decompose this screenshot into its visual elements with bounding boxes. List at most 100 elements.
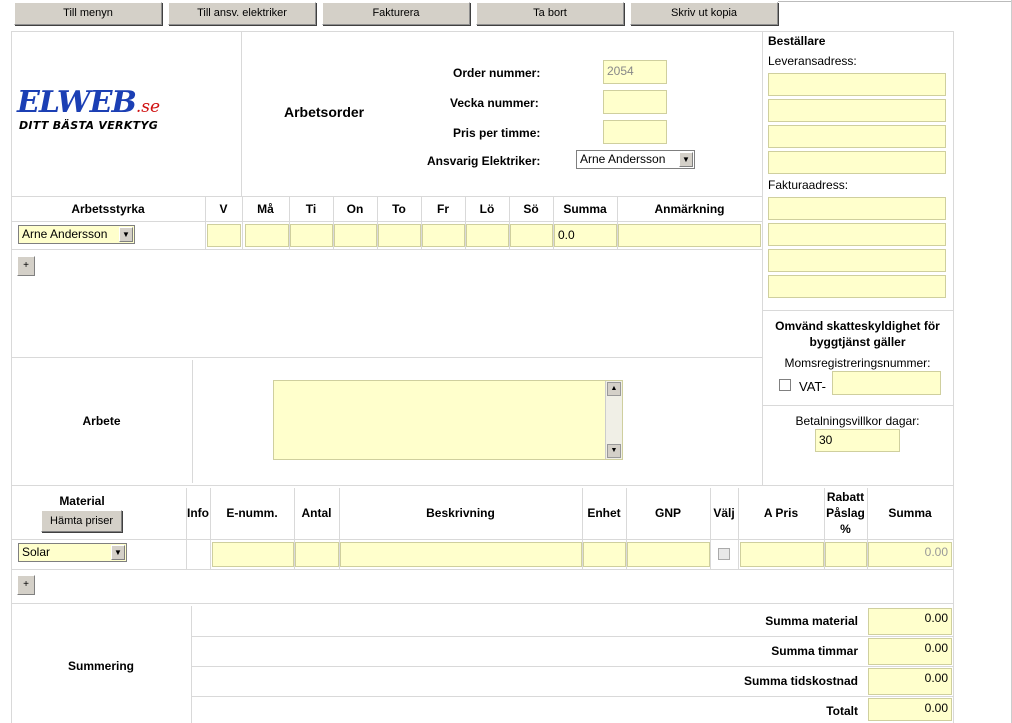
responsible-electrician-value: Arne Andersson	[580, 152, 666, 166]
col-remark: Anmärkning	[654, 202, 725, 216]
work-description-textarea[interactable]: ▲ ▼	[273, 380, 623, 460]
work-label: Arbete	[82, 414, 121, 428]
remark-input[interactable]	[618, 224, 761, 247]
material-sum-label: Summa material	[765, 614, 858, 628]
scroll-down-icon[interactable]: ▼	[607, 444, 621, 458]
material-label: Material	[59, 494, 105, 508]
col-material-sum: Summa	[888, 506, 932, 520]
col-e-number: E-numm.	[226, 506, 278, 520]
price-per-hour-field[interactable]	[603, 120, 667, 144]
unit-input[interactable]	[583, 542, 626, 567]
col-description: Beskrivning	[426, 506, 495, 520]
col-gnp: GNP	[654, 506, 681, 520]
hours-sum-label: Summa timmar	[771, 644, 858, 658]
chevron-down-icon: ▼	[111, 545, 125, 560]
week-number-field[interactable]	[603, 90, 667, 114]
invoice-address-line-3[interactable]	[768, 249, 946, 272]
reverse-vat-title: Omvänd skatteskyldighet för byggtjänst g…	[775, 319, 940, 349]
vat-number-input[interactable]	[832, 371, 941, 395]
material-row-sum: 0.00	[868, 542, 952, 567]
vat-registration-label: Momsregistreringsnummer:	[784, 356, 931, 370]
invoice-address-line-1[interactable]	[768, 197, 946, 220]
col-thursday: To	[392, 202, 406, 216]
week-input[interactable]	[207, 224, 241, 247]
logo-tagline: DITT BÄSTA VERKTYG	[19, 119, 159, 132]
col-tuesday: Ti	[305, 202, 317, 216]
fetch-prices-button[interactable]: Hämta priser	[41, 510, 122, 532]
time-cost-sum-label: Summa tidskostnad	[743, 674, 858, 688]
e-number-input[interactable]	[212, 542, 294, 567]
quantity-input[interactable]	[295, 542, 339, 567]
select-material-checkbox[interactable]	[718, 548, 730, 560]
elweb-logo: ELWEB.se	[17, 85, 161, 120]
col-info: Info	[187, 506, 209, 520]
vat-checkbox[interactable]	[779, 379, 791, 391]
tuesday-input[interactable]	[290, 224, 333, 247]
saturday-input[interactable]	[466, 224, 509, 247]
worker-value: Arne Andersson	[22, 227, 108, 241]
delete-button[interactable]: Ta bort	[476, 2, 624, 25]
page-title: Arbetsorder	[284, 104, 365, 120]
description-input[interactable]	[340, 542, 582, 567]
unit-price-input[interactable]	[740, 542, 824, 567]
wednesday-input[interactable]	[334, 224, 377, 247]
invoice-address-line-2[interactable]	[768, 223, 946, 246]
payment-terms-label: Betalningsvillkor dagar:	[795, 414, 920, 428]
electricians-button[interactable]: Till ansv. elektriker	[168, 2, 316, 25]
payment-terms-input[interactable]: 30	[815, 429, 900, 452]
summary-label: Summering	[67, 659, 134, 673]
discount-input[interactable]	[825, 542, 867, 567]
total-label: Totalt	[826, 704, 858, 718]
scrollbar[interactable]: ▲ ▼	[605, 381, 622, 459]
col-workforce: Arbetsstyrka	[71, 202, 145, 216]
add-worker-button[interactable]: +	[17, 256, 35, 276]
friday-input[interactable]	[422, 224, 465, 247]
supplier-value: Solar	[22, 545, 51, 559]
price-per-hour-label: Pris per timme:	[453, 126, 541, 140]
worker-sum: 0.0	[554, 224, 617, 247]
print-copy-button[interactable]: Skriv ut kopia	[630, 2, 778, 25]
vat-prefix-label: VAT-	[799, 379, 826, 394]
col-quantity: Antal	[301, 506, 332, 520]
material-sum-value: 0.00	[868, 608, 952, 635]
total-value: 0.00	[868, 698, 952, 721]
col-select: Välj	[713, 506, 735, 520]
delivery-address-line-4[interactable]	[768, 151, 946, 174]
order-number-field[interactable]: 2054	[603, 60, 667, 84]
chevron-down-icon: ▼	[119, 227, 133, 242]
invoice-address-label: Fakturaadress:	[768, 178, 849, 192]
col-unit-price: A Pris	[763, 506, 799, 520]
delivery-address-line-3[interactable]	[768, 125, 946, 148]
invoice-address-line-4[interactable]	[768, 275, 946, 298]
delivery-address-label: Leveransadress:	[768, 54, 857, 68]
week-number-label: Vecka nummer:	[450, 96, 539, 110]
col-week: V	[219, 202, 228, 216]
col-saturday: Lö	[479, 202, 495, 216]
col-monday: Må	[257, 202, 274, 216]
hours-sum-value: 0.00	[868, 638, 952, 665]
thursday-input[interactable]	[378, 224, 421, 247]
chevron-down-icon: ▼	[679, 152, 693, 167]
responsible-electrician-select[interactable]: Arne Andersson ▼	[576, 150, 695, 169]
col-unit: Enhet	[587, 506, 621, 520]
time-cost-sum-value: 0.00	[868, 668, 952, 695]
col-friday: Fr	[437, 202, 449, 216]
gnp-input[interactable]	[627, 542, 710, 567]
order-number-label: Order nummer:	[453, 66, 541, 80]
monday-input[interactable]	[245, 224, 289, 247]
responsible-electrician-label: Ansvarig Elektriker:	[427, 154, 541, 168]
menu-button[interactable]: Till menyn	[14, 2, 162, 25]
col-discount: Rabatt Påslag %	[826, 490, 865, 536]
worker-select[interactable]: Arne Andersson ▼	[18, 225, 135, 244]
scroll-up-icon[interactable]: ▲	[607, 382, 621, 396]
invoice-button[interactable]: Fakturera	[322, 2, 470, 25]
col-wednesday: On	[346, 202, 364, 216]
delivery-address-line-1[interactable]	[768, 73, 946, 96]
delivery-address-line-2[interactable]	[768, 99, 946, 122]
col-sum: Summa	[563, 202, 607, 216]
sunday-input[interactable]	[510, 224, 553, 247]
col-sunday: Sö	[523, 202, 539, 216]
supplier-select[interactable]: Solar ▼	[18, 543, 127, 562]
add-material-button[interactable]: +	[17, 575, 35, 595]
orderer-title: Beställare	[768, 34, 826, 48]
